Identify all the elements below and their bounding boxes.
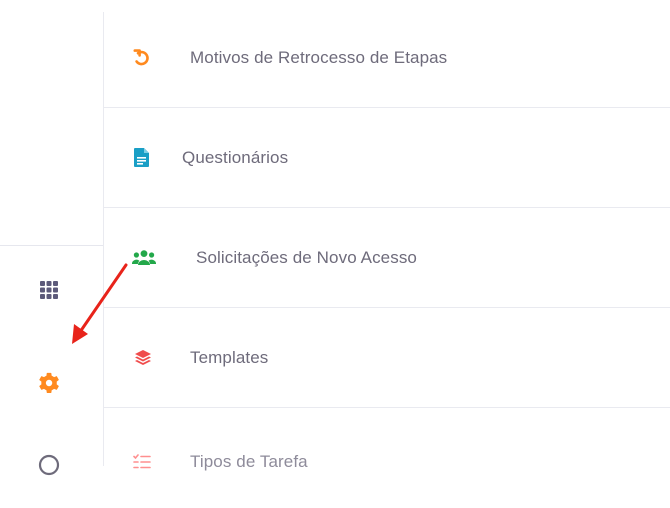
menu-item-templates[interactable]: Templates <box>104 308 670 408</box>
side-rail <box>0 0 103 476</box>
menu-item-tipos-tarefa[interactable]: Tipos de Tarefa <box>104 408 670 508</box>
menu-item-label: Tipos de Tarefa <box>190 452 308 471</box>
grid-icon[interactable] <box>36 277 62 303</box>
menu-item-label: Templates <box>190 347 269 367</box>
menu-item-motivos-retrocesso[interactable]: Motivos de Retrocesso de Etapas <box>104 8 670 108</box>
undo-icon <box>132 48 152 68</box>
menu-item-label: Motivos de Retrocesso de Etapas <box>190 47 448 67</box>
file-text-icon <box>132 148 152 168</box>
users-icon <box>132 248 156 268</box>
list-check-icon <box>132 452 152 472</box>
settings-menu: Motivos de Retrocesso de Etapas Question… <box>104 8 670 471</box>
menu-item-label: Solicitações de Novo Acesso <box>196 247 417 267</box>
layers-icon <box>133 348 153 368</box>
menu-item-solicitacoes-acesso[interactable]: Solicitações de Novo Acesso <box>104 208 670 308</box>
menu-item-label: Questionários <box>182 147 289 167</box>
menu-item-questionarios[interactable]: Questionários <box>104 108 670 208</box>
rail-divider <box>0 245 103 246</box>
gear-icon[interactable] <box>36 370 62 396</box>
circle-icon[interactable] <box>36 452 62 478</box>
